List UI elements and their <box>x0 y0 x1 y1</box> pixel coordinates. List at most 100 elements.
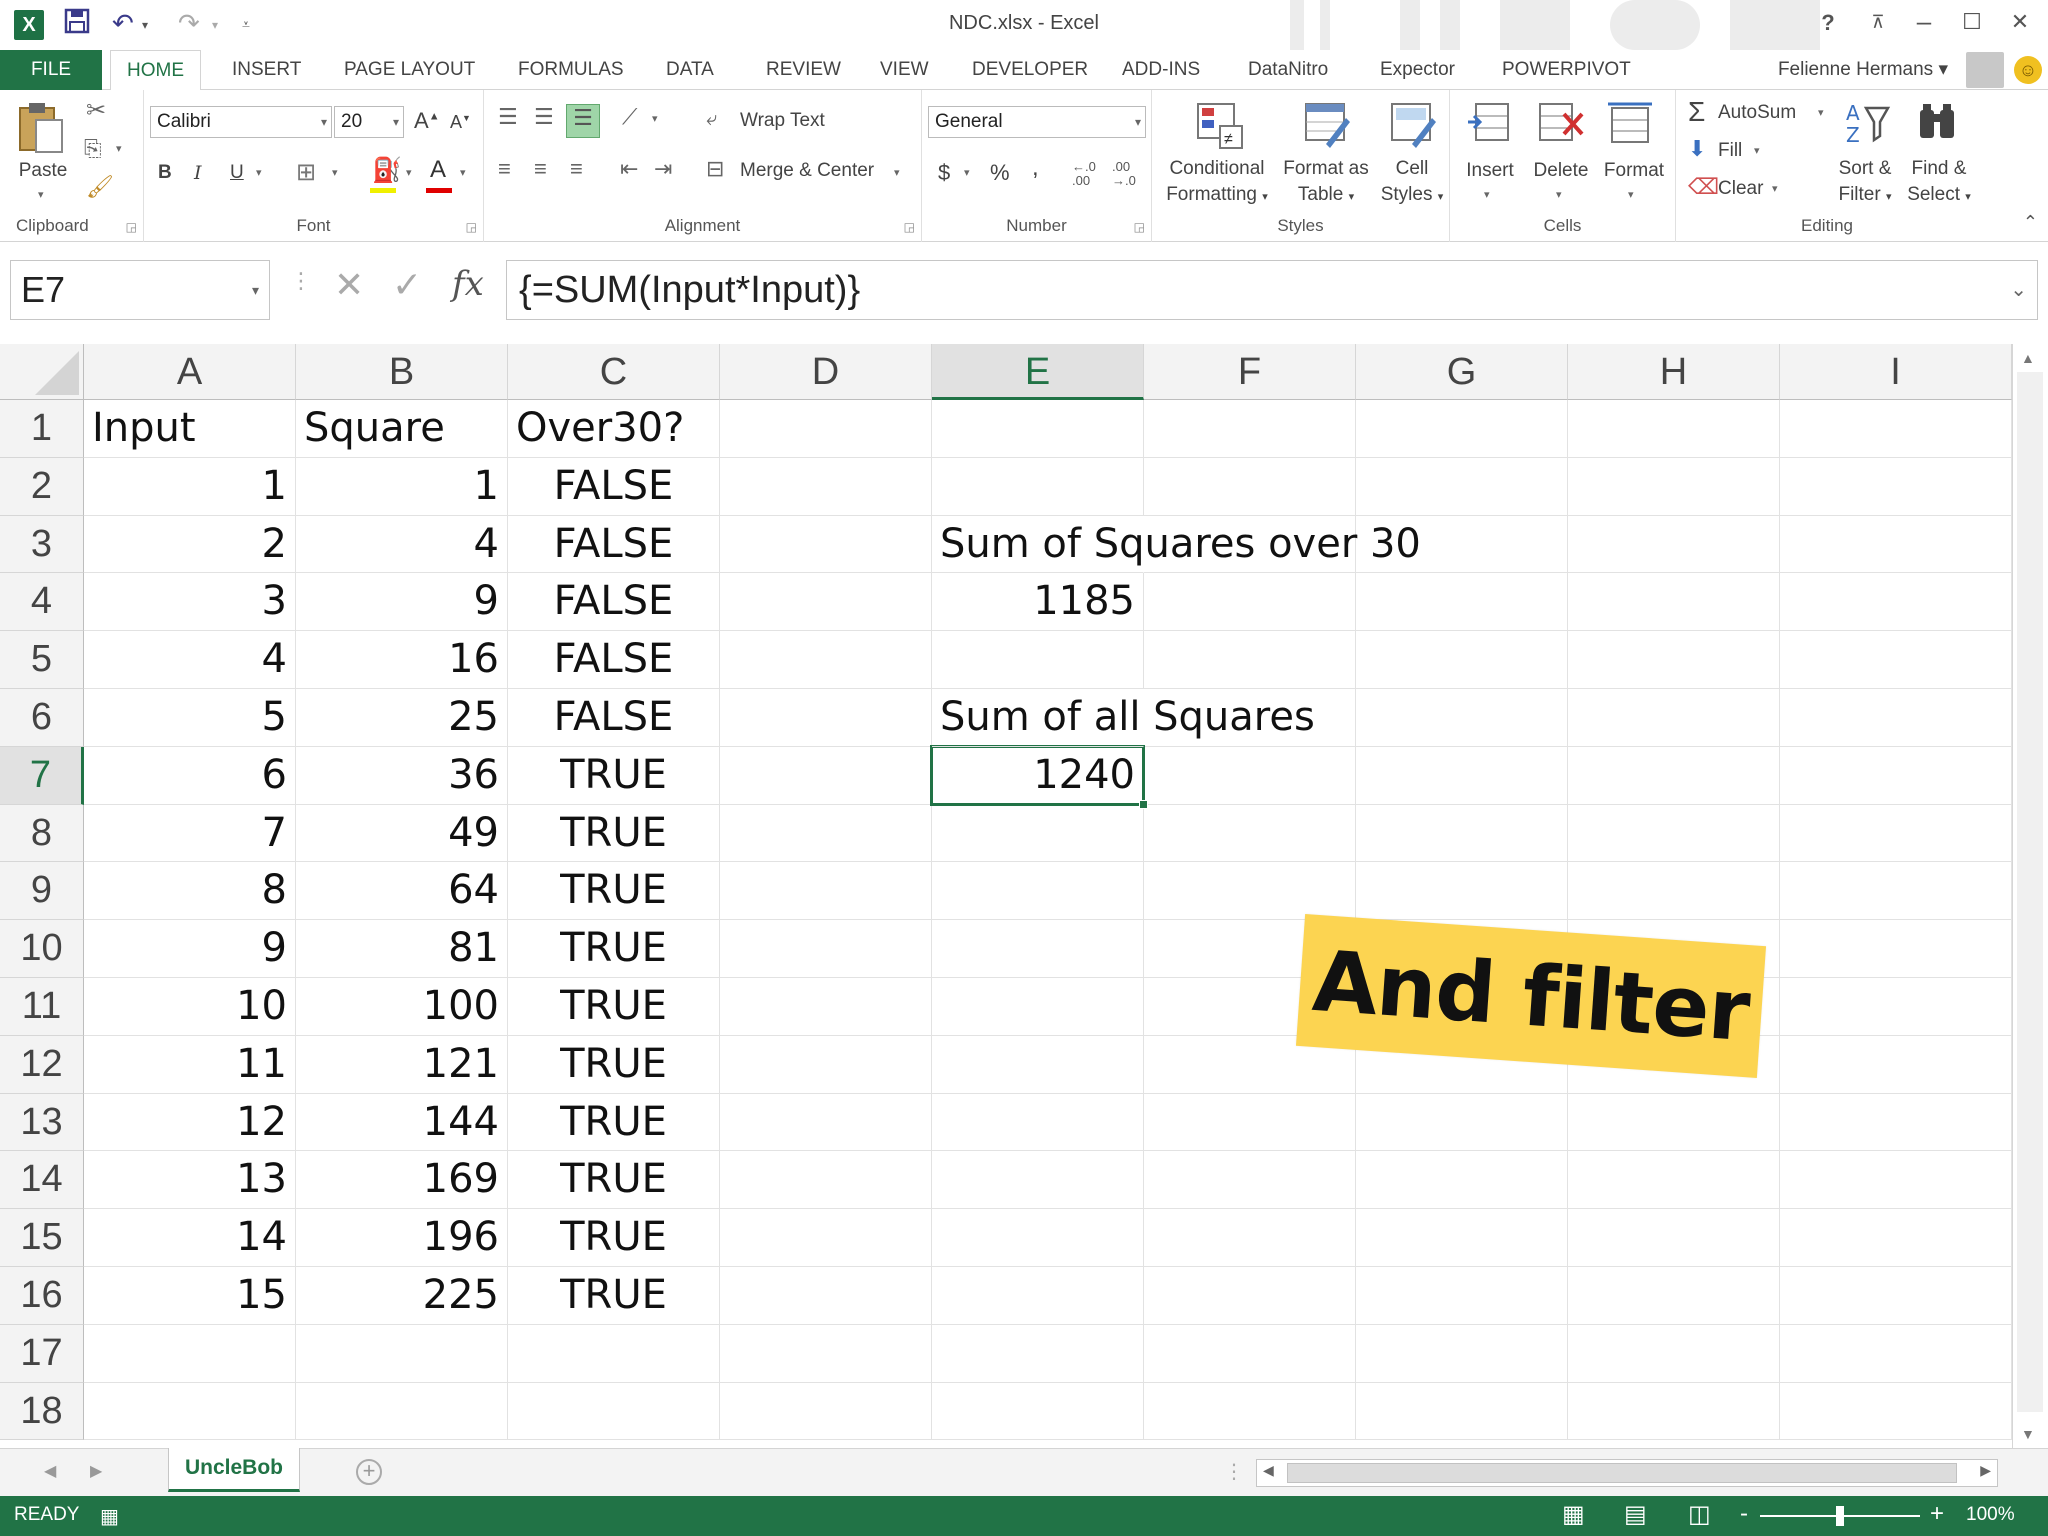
cell-e9[interactable] <box>932 862 1144 921</box>
fill-dropdown-icon[interactable]: ▾ <box>1754 144 1760 157</box>
cell-g14[interactable] <box>1356 1151 1568 1210</box>
sheet-tab-unclebob[interactable]: UncleBob <box>168 1448 300 1492</box>
currency-dropdown-icon[interactable]: ▾ <box>964 166 970 179</box>
format-cells-icon[interactable] <box>1606 100 1656 150</box>
tab-developer[interactable]: DEVELOPER <box>972 50 1088 90</box>
cell-c12[interactable]: TRUE <box>508 1035 720 1094</box>
sheet-next-icon[interactable]: ▶ <box>90 1461 102 1481</box>
clear-dropdown-icon[interactable]: ▾ <box>1772 182 1778 195</box>
horizontal-scrollbar[interactable]: ◀ ▶ <box>1256 1459 1998 1487</box>
cell-d16[interactable] <box>720 1267 932 1325</box>
cell-d17[interactable] <box>720 1324 932 1383</box>
cell-i3[interactable] <box>1780 515 2012 574</box>
merge-dropdown-icon[interactable]: ▾ <box>894 166 900 179</box>
cell-c11[interactable]: TRUE <box>508 978 720 1036</box>
column-header-g[interactable]: G <box>1356 344 1568 400</box>
font-size-select[interactable]: 20 ▾ <box>334 106 404 138</box>
comma-button[interactable]: , <box>1032 154 1039 182</box>
page-layout-view-icon[interactable]: ▤ <box>1624 1500 1647 1529</box>
cell-a2[interactable]: 1 <box>84 457 296 516</box>
paste-icon[interactable] <box>16 100 66 153</box>
bold-button[interactable]: B <box>158 162 172 184</box>
cell-h17[interactable] <box>1568 1324 1780 1383</box>
cell-i11[interactable] <box>1780 978 2012 1036</box>
cell-i10[interactable] <box>1780 920 2012 978</box>
tab-page-layout[interactable]: PAGE LAYOUT <box>344 50 475 90</box>
scroll-down-icon[interactable]: ▼ <box>2021 1426 2035 1442</box>
align-top-icon[interactable]: ☰ <box>498 104 518 130</box>
cell-h13[interactable] <box>1568 1093 1780 1152</box>
cell-d13[interactable] <box>720 1093 932 1152</box>
cell-e5[interactable] <box>932 631 1144 689</box>
cell-g18[interactable] <box>1356 1382 1568 1441</box>
cell-d2[interactable] <box>720 457 932 516</box>
cell-c4[interactable]: FALSE <box>508 573 720 632</box>
copy-dropdown-icon[interactable]: ▾ <box>116 142 122 155</box>
row-header-16[interactable]: 16 <box>0 1267 84 1325</box>
cell-i13[interactable] <box>1780 1093 2012 1152</box>
row-header-9[interactable]: 9 <box>0 862 84 921</box>
merge-center-icon[interactable]: ⊟ <box>706 156 724 182</box>
cell-f2[interactable] <box>1144 457 1356 516</box>
cell-c7[interactable]: TRUE <box>508 746 720 805</box>
cell-i14[interactable] <box>1780 1151 2012 1210</box>
cell-e4[interactable]: 1185 <box>932 573 1144 632</box>
cell-c3[interactable]: FALSE <box>508 515 720 574</box>
cell-b2[interactable]: 1 <box>296 457 508 516</box>
tab-view[interactable]: VIEW <box>880 50 929 90</box>
borders-icon[interactable]: ⊞ <box>296 158 316 187</box>
cell-e11[interactable] <box>932 978 1144 1036</box>
cell-d15[interactable] <box>720 1209 932 1267</box>
tab-add-ins[interactable]: ADD-INS <box>1122 50 1200 90</box>
cell-c6[interactable]: FALSE <box>508 689 720 747</box>
increase-decimal-icon[interactable]: ←.0.00 <box>1072 160 1096 188</box>
row-header-6[interactable]: 6 <box>0 689 84 747</box>
alignment-launcher-icon[interactable]: ◲ <box>904 220 915 234</box>
zoom-out-button[interactable]: - <box>1740 1500 1748 1528</box>
cell-a7[interactable]: 6 <box>84 746 296 805</box>
cell-a3[interactable]: 2 <box>84 515 296 574</box>
cell-d14[interactable] <box>720 1151 932 1210</box>
cell-h5[interactable] <box>1568 631 1780 689</box>
cell-h16[interactable] <box>1568 1267 1780 1325</box>
cell-styles-button[interactable]: Cell Styles ▾ <box>1374 156 1450 210</box>
cell-g1[interactable] <box>1356 400 1568 458</box>
cell-i8[interactable] <box>1780 804 2012 863</box>
cell-i1[interactable] <box>1780 400 2012 458</box>
paste-dropdown-icon[interactable]: ▾ <box>38 188 44 201</box>
cell-e17[interactable] <box>932 1324 1144 1383</box>
font-name-select[interactable]: Calibri ▾ <box>150 106 332 138</box>
tab-datanitro[interactable]: DataNitro <box>1248 50 1328 90</box>
help-button[interactable]: ? <box>1808 10 1848 36</box>
avatar[interactable] <box>1966 52 2004 88</box>
column-header-i[interactable]: I <box>1780 344 2012 400</box>
cell-i16[interactable] <box>1780 1267 2012 1325</box>
borders-dropdown-icon[interactable]: ▾ <box>332 166 338 179</box>
number-format-select[interactable]: General ▾ <box>928 106 1146 138</box>
row-header-14[interactable]: 14 <box>0 1151 84 1210</box>
cell-f16[interactable] <box>1144 1267 1356 1325</box>
tab-powerpivot[interactable]: POWERPIVOT <box>1502 50 1631 90</box>
cell-d18[interactable] <box>720 1382 932 1441</box>
cell-h18[interactable] <box>1568 1382 1780 1441</box>
cell-i6[interactable] <box>1780 689 2012 747</box>
cell-a11[interactable]: 10 <box>84 978 296 1036</box>
cell-b1[interactable]: Square <box>296 400 508 458</box>
row-header-4[interactable]: 4 <box>0 573 84 632</box>
cell-a9[interactable]: 8 <box>84 862 296 921</box>
row-header-3[interactable]: 3 <box>0 515 84 574</box>
cell-e2[interactable] <box>932 457 1144 516</box>
tab-home[interactable]: HOME <box>110 50 201 91</box>
cell-e15[interactable] <box>932 1209 1144 1267</box>
merge-center-button[interactable]: Merge & Center <box>740 160 874 182</box>
cell-f5[interactable] <box>1144 631 1356 689</box>
cell-d11[interactable] <box>720 978 932 1036</box>
cell-g8[interactable] <box>1356 804 1568 863</box>
column-header-d[interactable]: D <box>720 344 932 400</box>
cell-e8[interactable] <box>932 804 1144 863</box>
conditional-formatting-button[interactable]: Conditional Formatting ▾ <box>1152 156 1282 210</box>
cell-f1[interactable] <box>1144 400 1356 458</box>
underline-button[interactable]: U <box>230 162 244 184</box>
align-right-icon[interactable]: ≡ <box>570 156 583 182</box>
tab-file[interactable]: FILE <box>0 50 102 90</box>
